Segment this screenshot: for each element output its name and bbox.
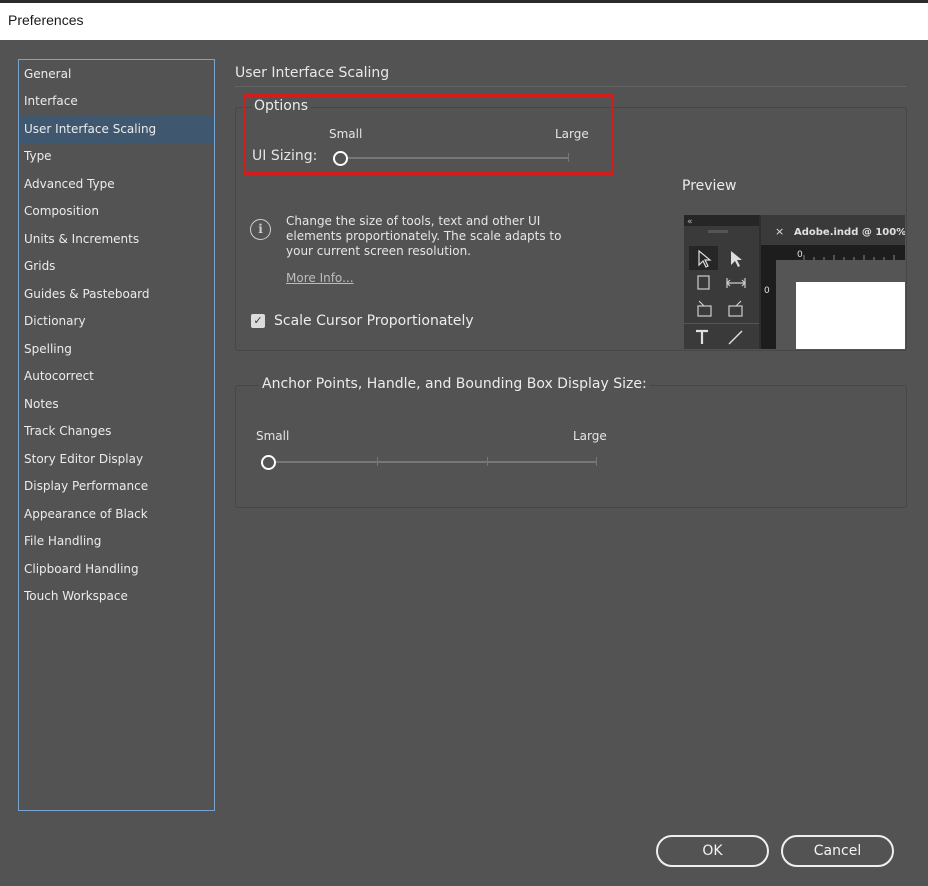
sidebar-item-composition[interactable]: Composition [19, 198, 214, 225]
sidebar-item-touch-workspace[interactable]: Touch Workspace [19, 583, 214, 610]
window-title: Preferences [8, 12, 84, 28]
sidebar-item-interface[interactable]: Interface [19, 88, 214, 115]
category-list[interactable]: General Interface User Interface Scaling… [18, 59, 215, 811]
sidebar-item-display-performance[interactable]: Display Performance [19, 473, 214, 500]
preview-image: « × Adobe.indd @ 100% | 0 0 [684, 215, 905, 349]
scaling-description: Change the size of tools, text and other… [286, 214, 562, 258]
collapse-panel-icon: « [687, 217, 693, 227]
sidebar-item-grids[interactable]: Grids [19, 253, 214, 280]
sidebar-item-advanced-type[interactable]: Advanced Type [19, 171, 214, 198]
sidebar-item-autocorrect[interactable]: Autocorrect [19, 363, 214, 390]
anchor-small-label: Small [256, 429, 290, 443]
sidebar-item-clipboard-handling[interactable]: Clipboard Handling [19, 556, 214, 583]
sidebar-item-appearance-of-black[interactable]: Appearance of Black [19, 501, 214, 528]
preview-label: Preview [682, 178, 737, 194]
anchor-size-slider-handle[interactable] [261, 455, 276, 470]
scale-cursor-checkbox[interactable]: ✓ [251, 314, 265, 328]
anchor-size-tick [487, 457, 488, 466]
sidebar-item-notes[interactable]: Notes [19, 391, 214, 418]
sidebar-item-dictionary[interactable]: Dictionary [19, 308, 214, 335]
highlight-annotation [243, 94, 614, 175]
anchor-size-tick [377, 457, 378, 466]
sidebar-item-story-editor-display[interactable]: Story Editor Display [19, 446, 214, 473]
anchor-large-label: Large [573, 429, 607, 443]
ruler-zero-v: 0 [764, 286, 770, 296]
more-info-link[interactable]: More Info... [286, 271, 354, 285]
sidebar-item-track-changes[interactable]: Track Changes [19, 418, 214, 445]
section-divider [235, 86, 907, 87]
preview-illustration: « × Adobe.indd @ 100% | 0 0 [684, 215, 905, 349]
ok-button[interactable]: OK [656, 835, 769, 867]
sidebar-item-general[interactable]: General [19, 61, 214, 88]
sidebar-item-file-handling[interactable]: File Handling [19, 528, 214, 555]
cancel-button[interactable]: Cancel [781, 835, 894, 867]
anchor-panel [235, 385, 907, 508]
anchor-legend: Anchor Points, Handle, and Bounding Box … [259, 376, 650, 392]
sidebar-item-units-increments[interactable]: Units & Increments [19, 226, 214, 253]
anchor-size-track[interactable] [268, 461, 597, 463]
document-tab-title: Adobe.indd @ 100% | [794, 227, 905, 238]
sidebar-item-spelling[interactable]: Spelling [19, 336, 214, 363]
anchor-size-tick [596, 457, 597, 466]
close-tab-icon: × [775, 225, 784, 238]
document-page [796, 282, 905, 349]
ruler-zero-h: 0 [797, 250, 803, 260]
sidebar-item-guides-pasteboard[interactable]: Guides & Pasteboard [19, 281, 214, 308]
section-title: User Interface Scaling [235, 65, 390, 81]
info-icon: i [250, 219, 271, 240]
title-bar: Preferences [0, 0, 928, 40]
scale-cursor-label[interactable]: Scale Cursor Proportionately [274, 313, 474, 329]
sidebar-item-user-interface-scaling[interactable]: User Interface Scaling [19, 116, 214, 143]
sidebar-item-type[interactable]: Type [19, 143, 214, 170]
